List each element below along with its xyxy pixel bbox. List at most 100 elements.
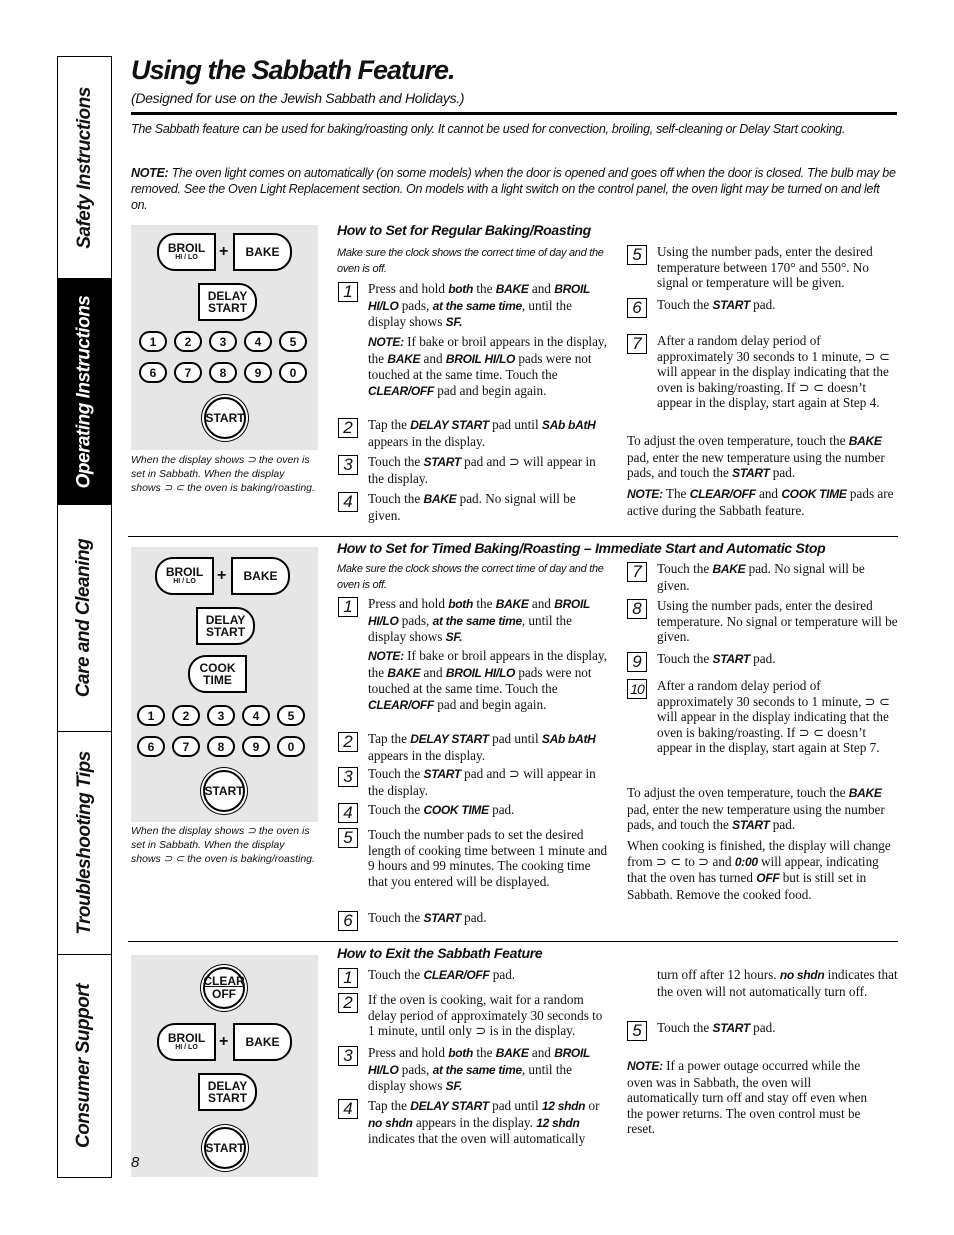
bake-pad: BAKE [233,1023,292,1061]
number-pad: 5 [277,705,305,726]
number-pad: 9 [242,736,270,757]
step-10: 10 After a random delay period of approxi… [627,678,899,756]
step-number-box: 5 [338,828,358,848]
number-pad: 1 [139,331,167,352]
adjust-temperature-text: To adjust the oven temperature, touch th… [627,785,885,833]
cook-time-pad: COOK TIME [188,655,247,693]
start-pad: START [203,770,245,812]
step-text: Touch the START pad. [657,651,776,666]
section-heading-regular-baking: How to Set for Regular Baking/Roasting [337,222,591,238]
step-4: 4 Tap the DELAY START pad until 12 shdn o… [338,1098,610,1147]
number-pad: 9 [244,362,272,383]
delay-start-pad: DELAY START [198,283,257,321]
step-number-box: 1 [338,282,358,302]
step-3: 3 Touch the START pad and ⊃ will appear i… [338,454,608,486]
step-text: Touch the BAKE pad. No signal will be gi… [368,491,576,523]
number-pad: 3 [207,705,235,726]
step-text: Touch the number pads to set the desired… [368,827,608,889]
broil-pad: BROIL HI / LO [155,557,214,595]
sabbath-display-caption: When the display shows ⊃ the oven is set… [131,825,315,865]
step-2: 2 Tap the DELAY START pad until SAb bAtH … [338,731,608,763]
step-7: 7 After a random delay period of approxim… [627,333,899,411]
tab-consumer-support[interactable]: Consumer Support [58,955,111,1177]
step-number-box: 9 [627,652,647,672]
number-pad: 5 [279,331,307,352]
step-number-box: 4 [338,492,358,512]
control-panel-illustration-2: BROIL HI / LO + BAKE DELAY START COOK TIME … [131,547,318,822]
section-divider [128,536,898,537]
step-number-box: 1 [338,968,358,988]
page-title: Using the Sabbath Feature. [131,55,456,85]
tab-operating-instructions[interactable]: Operating Instructions [58,279,111,505]
number-pad: 3 [209,331,237,352]
header-divider [131,112,897,115]
number-pad: 2 [174,331,202,352]
step-text: Tap the DELAY START pad until SAb bAtH a… [368,417,596,449]
number-pad: 4 [244,331,272,352]
tab-care-and-cleaning[interactable]: Care and Cleaning [58,505,111,732]
active-pads-note: NOTE: The CLEAR/OFF and COOK TIME pads a… [627,486,894,518]
tab-safety-instructions[interactable]: Safety Instructions [58,57,111,279]
page-number: 8 [131,1154,140,1171]
step-1: 1 Press and hold both the BAKE and BROIL … [338,281,608,331]
step-text: After a random delay period of approxima… [657,678,891,756]
step-5: 5 Touch the number pads to set the desire… [338,827,608,889]
step-text: Tap the DELAY START pad until SAb bAtH a… [368,731,596,763]
step-number-box: 6 [338,911,358,931]
power-outage-note: NOTE: If a power outage occurred while t… [627,1058,868,1137]
number-pad: 0 [279,362,307,383]
step-number-box: 3 [338,1046,358,1066]
number-pad: 6 [137,736,165,757]
section-prereq: Make sure the clock shows the correct ti… [337,563,604,591]
number-pad: 4 [242,705,270,726]
step-number-box: 10 [627,679,647,699]
step-text: turn off after 12 hours. no shdn indicat… [657,967,898,999]
step-number-box: 2 [338,993,358,1013]
intro-note: NOTE: The oven light comes on automatica… [131,166,896,212]
step-text: Touch the COOK TIME pad. [368,802,515,817]
broil-pad: BROIL HI / LO [157,233,216,271]
cooking-finished-text: When cooking is finished, the display wi… [627,838,891,902]
step-number-box: 8 [627,599,647,619]
step-text: Using the number pads, enter the desired… [657,598,898,645]
bake-pad: BAKE [233,233,292,271]
step-7: 7 Touch the BAKE pad. No signal will be g… [627,561,899,593]
plus-sign: + [217,567,227,584]
delay-start-pad: DELAY START [198,1073,257,1111]
step-9: 9 Touch the START pad. [627,651,899,672]
step-number-box: 6 [627,298,647,318]
step-1: 1 Touch the CLEAR/OFF pad. [338,967,610,988]
section-divider [128,941,898,942]
step-text: Touch the BAKE pad. No signal will be gi… [657,561,865,593]
broil-pad: BROIL HI / LO [157,1023,216,1061]
step-note: NOTE: If bake or broil appears in the di… [338,648,608,713]
step-number-box: 4 [338,1099,358,1119]
section-heading-exit-sabbath: How to Exit the Sabbath Feature [337,945,543,961]
step-5: 5 Touch the START pad. [627,1020,899,1041]
number-pad: 2 [172,705,200,726]
start-pad: START [204,1127,246,1169]
step-text: Touch the START pad and ⊃ will appear in… [368,766,596,798]
control-panel-illustration-1: BROIL HI / LO + BAKE DELAY START 1 2 3 4 5… [131,225,318,450]
number-pad: 8 [207,736,235,757]
step-text: NOTE: If bake or broil appears in the di… [368,334,607,398]
adjust-temperature-text: To adjust the oven temperature, touch th… [627,433,885,481]
step-number-box: 7 [627,334,647,354]
step-text: If the oven is cooking, wait for a rando… [368,992,603,1039]
clear-off-pad: CLEAR OFF [203,967,245,1009]
step-text: Touch the START pad. [657,1020,776,1035]
step-1: 1 Press and hold both the BAKE and BROIL … [338,596,608,646]
number-pad: 7 [172,736,200,757]
number-pad: 8 [209,362,237,383]
sabbath-display-caption: When the display shows ⊃ the oven is set… [131,454,315,494]
tab-troubleshooting-tips[interactable]: Troubleshooting Tips [58,732,111,955]
step-text: Press and hold both the BAKE and BROIL H… [368,1045,590,1094]
plus-sign: + [219,1033,229,1050]
step-number-box: 3 [338,767,358,787]
step-note: turn off after 12 hours. no shdn indicat… [627,967,899,999]
step-note: NOTE: If bake or broil appears in the di… [338,334,608,399]
bake-pad: BAKE [231,557,290,595]
step-text: Tap the DELAY START pad until 12 shdn or… [368,1098,600,1147]
step-3: 3 Press and hold both the BAKE and BROIL … [338,1045,610,1095]
section-heading-timed-baking: How to Set for Timed Baking/Roasting – I… [337,540,826,556]
